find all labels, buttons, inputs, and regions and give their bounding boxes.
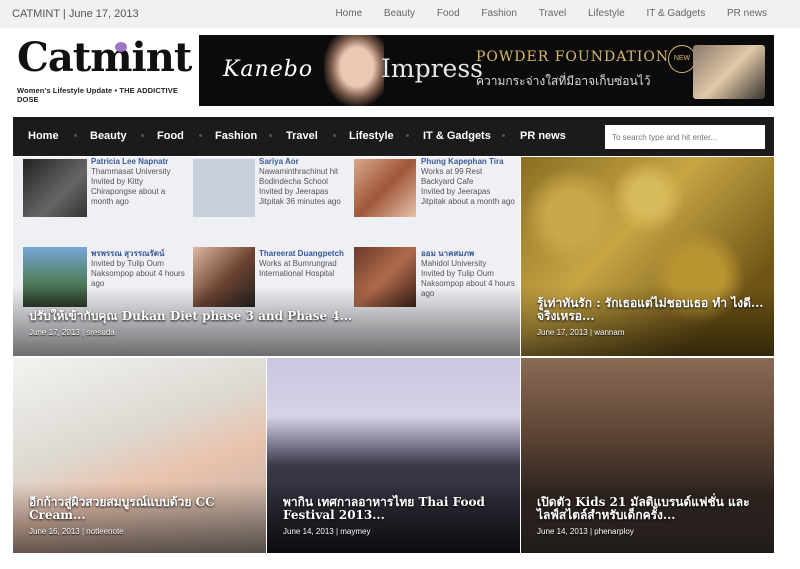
post-date: June 17, 2013 [537, 328, 588, 337]
post-meta: June 14, 2013 | phenarploy [537, 527, 634, 536]
banner-new-badge: NEW [668, 45, 696, 73]
nav-separator [199, 134, 202, 137]
banner-compact-image [693, 45, 765, 99]
search-input[interactable] [605, 125, 765, 149]
post-meta: June 17, 2013 | sresuda [29, 328, 115, 337]
post-date: June 17, 2013 [29, 328, 80, 337]
post-title[interactable]: รู้เท่าทันรัก : รักเธอแต่ไม่ชอบเธอ ทำ ไง… [537, 297, 764, 323]
toplink-food[interactable]: Food [437, 8, 460, 19]
post-meta: June 14, 2013 | maymey [283, 527, 371, 536]
post-title[interactable]: ปรับให้เข้ากับคุณ Dukan Diet phase 3 and… [29, 310, 510, 323]
banner-product: Impress [381, 54, 483, 83]
top-bar: CATMINT | June 17, 2013 Home Beauty Food… [0, 0, 800, 29]
fb-card-1: Patricia Lee Napnatr Thammasat University… [91, 157, 171, 206]
toplink-it-gadgets[interactable]: IT & Gadgets [646, 8, 705, 19]
nav-separator [406, 134, 409, 137]
featured-post-4[interactable]: พากิน เทศกาลอาหารไทย Thai Food Festival … [267, 358, 520, 553]
nav-it-gadgets[interactable]: IT & Gadgets [423, 130, 491, 142]
top-links: Home Beauty Food Fashion Travel Lifestyl… [316, 8, 767, 19]
nav-pr-news[interactable]: PR news [520, 130, 566, 142]
post-date: June 14, 2013 [537, 527, 588, 536]
nav-travel[interactable]: Travel [286, 130, 318, 142]
main-nav: Home Beauty Food Fashion Travel Lifestyl… [13, 117, 774, 156]
toplink-fashion[interactable]: Fashion [481, 8, 517, 19]
featured-post-1[interactable]: Patricia Lee Napnatr Thammasat University… [13, 157, 520, 356]
toplink-pr-news[interactable]: PR news [727, 8, 767, 19]
fb-card-4: พรพรรณ สุวรรณรัตน์ Invited by Tulip Oum N… [91, 249, 185, 288]
post-author[interactable]: phenarploy [594, 527, 634, 536]
nav-home[interactable]: Home [28, 130, 59, 142]
post-meta: June 17, 2013 | wannam [537, 328, 625, 337]
fb-avatar-3 [354, 159, 416, 217]
post-date: June 14, 2013 [283, 527, 334, 536]
toplink-travel[interactable]: Travel [539, 8, 566, 19]
nav-fashion[interactable]: Fashion [215, 130, 257, 142]
featured-post-3[interactable]: อีกก้าวสู่ผิวสวยสมบูรณ์แบบด้วย CC Cream.… [13, 358, 266, 553]
nav-separator [269, 134, 272, 137]
fb-card-2: Sariya Aor Nawaminthrachinut hit Bodindec… [259, 157, 341, 206]
logo-wordmark: Catmint [17, 34, 192, 81]
post-author[interactable]: notleenote [86, 527, 123, 536]
post-title[interactable]: อีกก้าวสู่ผิวสวยสมบูรณ์แบบด้วย CC Cream.… [29, 496, 256, 522]
ad-banner[interactable]: Kanebo Impress POWDER FOUNDATION ความกระ… [199, 35, 774, 106]
nav-separator [141, 134, 144, 137]
nav-beauty[interactable]: Beauty [90, 130, 127, 142]
site-date: CATMINT | June 17, 2013 [12, 8, 139, 20]
nav-separator [74, 134, 77, 137]
post-meta: June 16, 2013 | notleenote [29, 527, 124, 536]
post-author[interactable]: wannam [594, 328, 624, 337]
featured-post-5[interactable]: เปิดตัว Kids 21 มัลติแบรนด์แฟชั่น และไลฟ… [521, 358, 774, 553]
cat-ears-icon [115, 42, 127, 52]
header: Catmint Women's Lifestyle Update • THE A… [0, 28, 800, 116]
banner-brand: Kanebo [223, 57, 314, 82]
fb-avatar-placeholder [193, 159, 255, 217]
banner-thai-text: ความกระจ่างใสที่มีอาจเก็บซ่อนไว้ [476, 74, 651, 88]
post-date: June 16, 2013 [29, 527, 80, 536]
toplink-beauty[interactable]: Beauty [384, 8, 415, 19]
toplink-home[interactable]: Home [335, 8, 362, 19]
logo-tagline: Women's Lifestyle Update • THE ADDICTIVE… [17, 86, 178, 104]
post-author[interactable]: sresuda [86, 328, 114, 337]
post-title[interactable]: พากิน เทศกาลอาหารไทย Thai Food Festival … [283, 496, 510, 522]
nav-lifestyle[interactable]: Lifestyle [349, 130, 394, 142]
fb-card-3: Phung Kapephan Tira Works at 99 Rest Back… [421, 157, 515, 206]
site-logo[interactable]: Catmint Women's Lifestyle Update • THE A… [17, 34, 192, 106]
nav-separator [502, 134, 505, 137]
nav-food[interactable]: Food [157, 130, 184, 142]
post-author[interactable]: maymey [340, 527, 370, 536]
banner-model-image [324, 35, 384, 106]
post-title[interactable]: เปิดตัว Kids 21 มัลติแบรนด์แฟชั่น และไลฟ… [537, 496, 764, 522]
nav-separator [333, 134, 336, 137]
banner-headline: POWDER FOUNDATION [476, 49, 670, 65]
toplink-lifestyle[interactable]: Lifestyle [588, 8, 625, 19]
fb-card-5: Thareerat Duangpetch Works at Bumrungrad … [259, 249, 344, 278]
featured-post-2[interactable]: รู้เท่าทันรัก : รักเธอแต่ไม่ชอบเธอ ทำ ไง… [521, 157, 774, 356]
fb-avatar-1 [23, 159, 87, 217]
